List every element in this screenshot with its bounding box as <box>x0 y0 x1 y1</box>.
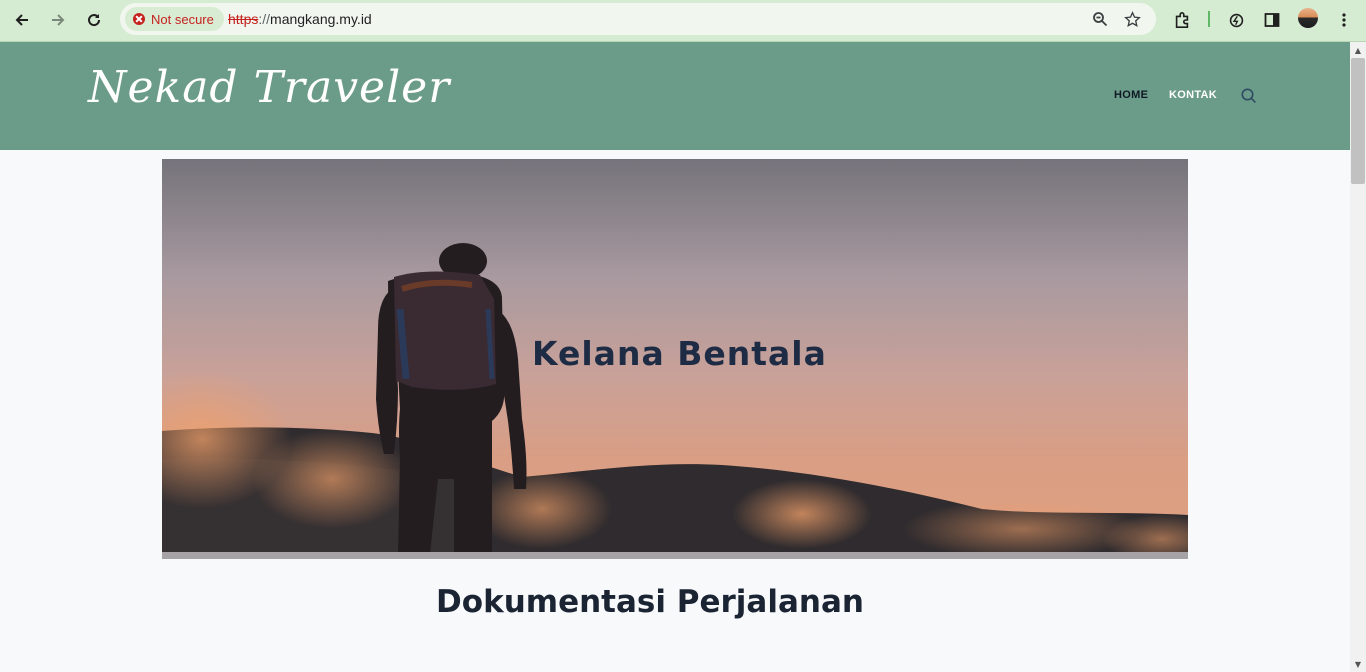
search-icon <box>1241 88 1256 103</box>
reload-button[interactable] <box>80 6 108 34</box>
toolbar-divider <box>1208 11 1210 27</box>
section-title: Dokumentasi Perjalanan <box>436 584 864 620</box>
hero-banner: Kelana Bentala <box>162 159 1188 559</box>
security-label: Not secure <box>151 11 214 27</box>
search-button[interactable] <box>1240 87 1258 105</box>
bookmark-button[interactable] <box>1118 5 1146 33</box>
side-panel-icon <box>1264 13 1280 27</box>
leaf-icon <box>1229 13 1243 27</box>
puzzle-icon <box>1175 12 1189 29</box>
site-header: Nekad Traveler HOME KONTAK <box>0 42 1350 150</box>
zoom-icon <box>1093 12 1108 27</box>
browser-menu-button[interactable] <box>1330 6 1358 34</box>
scroll-up-arrow[interactable]: ▲ <box>1350 42 1366 58</box>
browser-toolbar: Not secure https://mangkang.my.id <box>0 0 1366 42</box>
arrow-left-icon <box>15 14 28 26</box>
scroll-down-arrow[interactable]: ▼ <box>1350 656 1366 672</box>
security-chip[interactable]: Not secure <box>125 7 224 31</box>
extensions-button[interactable] <box>1168 6 1196 34</box>
zoom-button[interactable] <box>1086 5 1114 33</box>
star-icon <box>1123 10 1141 27</box>
nav-home[interactable]: HOME <box>1114 89 1148 101</box>
site-logo[interactable]: Nekad Traveler <box>88 62 450 113</box>
nav-kontak[interactable]: KONTAK <box>1169 89 1217 101</box>
reload-icon <box>88 14 101 27</box>
forward-button[interactable] <box>44 6 72 34</box>
kebab-menu-icon <box>1342 13 1346 27</box>
url-text[interactable]: https://mangkang.my.id <box>228 11 372 27</box>
hero-title: Kelana Bentala <box>532 334 827 373</box>
url-scheme: https <box>228 11 259 27</box>
side-panel-button[interactable] <box>1258 6 1286 34</box>
profile-avatar[interactable] <box>1298 8 1318 28</box>
not-secure-icon <box>133 13 145 25</box>
url-separator: :// <box>258 11 271 27</box>
page-scrollbar[interactable]: ▲ ▼ <box>1350 42 1366 672</box>
web-page: Nekad Traveler HOME KONTAK Kelana Bental… <box>0 42 1350 672</box>
back-button[interactable] <box>8 6 36 34</box>
address-bar[interactable]: Not secure https://mangkang.my.id <box>120 3 1156 35</box>
arrow-right-icon <box>52 14 65 26</box>
url-host: mangkang.my.id <box>270 11 372 27</box>
performance-button[interactable] <box>1222 6 1250 34</box>
scroll-thumb[interactable] <box>1351 58 1365 184</box>
